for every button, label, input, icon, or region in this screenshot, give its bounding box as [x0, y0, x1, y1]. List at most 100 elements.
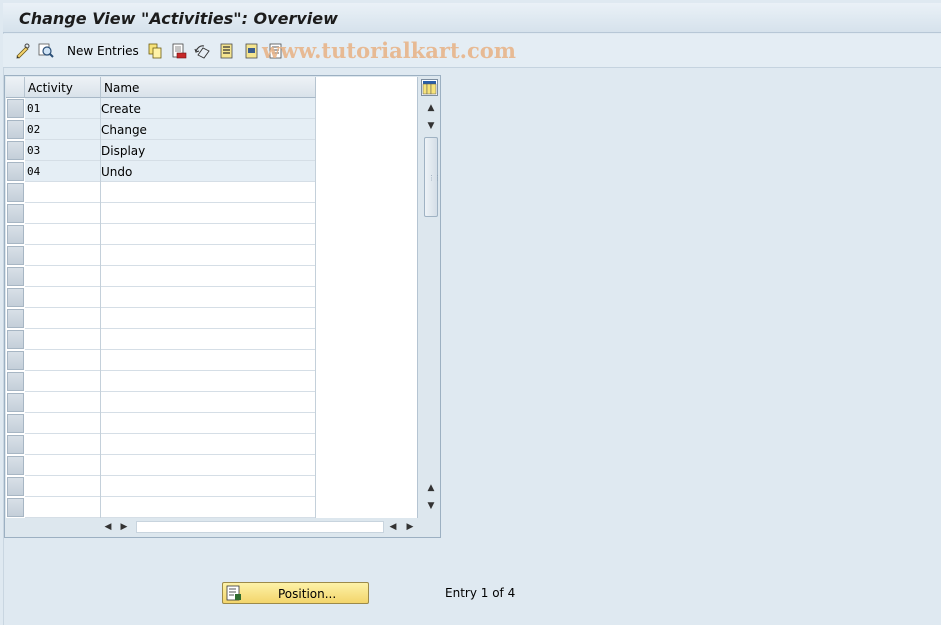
- cell-activity[interactable]: 02: [25, 119, 101, 140]
- position-button[interactable]: Position...: [222, 582, 369, 604]
- deselect-all-icon[interactable]: [267, 42, 285, 60]
- scroll-right-icon[interactable]: ▶: [403, 520, 417, 534]
- details-icon[interactable]: [37, 42, 55, 60]
- position-button-label: Position...: [278, 587, 337, 601]
- table-row: [25, 413, 316, 434]
- row-selector[interactable]: [7, 267, 24, 286]
- cell-activity[interactable]: 03: [25, 140, 101, 161]
- column-header-name[interactable]: Name: [101, 77, 316, 98]
- cell-activity: [25, 350, 101, 371]
- table-row: [25, 308, 316, 329]
- cell-activity: [25, 203, 101, 224]
- display-change-icon[interactable]: [14, 42, 32, 60]
- row-selector[interactable]: [7, 204, 24, 223]
- activities-table: Activity Name 01 Create 02 Change 03 Display 0…: [4, 75, 441, 538]
- row-selector[interactable]: [7, 309, 24, 328]
- cell-name: [101, 434, 316, 455]
- cell-name: [101, 245, 316, 266]
- cell-activity: [25, 245, 101, 266]
- cell-activity[interactable]: 01: [25, 98, 101, 119]
- cell-activity: [25, 455, 101, 476]
- scroll-left-icon[interactable]: ◀: [386, 520, 400, 534]
- row-selector[interactable]: [7, 351, 24, 370]
- cell-name: [101, 308, 316, 329]
- table-row: [25, 455, 316, 476]
- row-selector[interactable]: [7, 99, 24, 118]
- horizontal-scroll-track[interactable]: [136, 521, 384, 533]
- table-row: [25, 434, 316, 455]
- table-grid: Activity Name 01 Create 02 Change 03 Display 0…: [6, 77, 418, 518]
- new-entries-button[interactable]: New Entries: [67, 44, 139, 58]
- cell-activity: [25, 329, 101, 350]
- undo-icon[interactable]: [194, 42, 212, 60]
- row-selector[interactable]: [7, 498, 24, 517]
- cell-activity: [25, 497, 101, 518]
- column-header-activity[interactable]: Activity: [25, 77, 101, 98]
- entry-counter: Entry 1 of 4: [445, 586, 516, 600]
- row-selector[interactable]: [7, 288, 24, 307]
- cell-activity: [25, 308, 101, 329]
- row-selector[interactable]: [7, 225, 24, 244]
- scroll-down-icon[interactable]: ▼: [423, 498, 439, 514]
- select-all-header[interactable]: [6, 77, 25, 98]
- page-down-icon[interactable]: ▲: [423, 480, 439, 496]
- cell-activity: [25, 476, 101, 497]
- cell-activity: [25, 434, 101, 455]
- horizontal-scrollbar[interactable]: ◀ ▶: [5, 520, 442, 534]
- row-selector[interactable]: [7, 330, 24, 349]
- row-selector[interactable]: [7, 120, 24, 139]
- copy-icon[interactable]: [146, 42, 164, 60]
- scroll-thumb[interactable]: ⋮⋮: [424, 137, 441, 217]
- cell-name: [101, 266, 316, 287]
- table-row: [25, 245, 316, 266]
- row-selector[interactable]: [7, 414, 24, 433]
- delete-icon[interactable]: [170, 42, 188, 60]
- table-row[interactable]: 02 Change: [25, 119, 316, 140]
- table-settings-icon[interactable]: [421, 79, 438, 96]
- cell-name: [101, 224, 316, 245]
- table-row: [25, 266, 316, 287]
- table-row: [25, 329, 316, 350]
- cell-activity: [25, 266, 101, 287]
- cell-name: [101, 476, 316, 497]
- table-row: [25, 224, 316, 245]
- cell-name[interactable]: Display: [101, 140, 316, 161]
- table-row: [25, 392, 316, 413]
- cell-name: [101, 371, 316, 392]
- table-row[interactable]: 01 Create: [25, 98, 316, 119]
- cell-activity: [25, 182, 101, 203]
- row-selector[interactable]: [7, 435, 24, 454]
- cell-name[interactable]: Undo: [101, 161, 316, 182]
- cell-activity[interactable]: 04: [25, 161, 101, 182]
- cell-name: [101, 287, 316, 308]
- row-selector[interactable]: [7, 456, 24, 475]
- cell-activity: [25, 392, 101, 413]
- position-icon: [226, 585, 242, 601]
- table-row: [25, 371, 316, 392]
- application-toolbar: New Entries: [3, 34, 941, 68]
- cell-name[interactable]: Create: [101, 98, 316, 119]
- cell-name: [101, 497, 316, 518]
- vertical-scrollbar[interactable]: ▲ ▼ ⋮⋮ ▲ ▼: [423, 100, 441, 514]
- row-selector[interactable]: [7, 372, 24, 391]
- row-selector[interactable]: [7, 246, 24, 265]
- cell-name[interactable]: Change: [101, 119, 316, 140]
- cell-name: [101, 413, 316, 434]
- select-all-icon[interactable]: [218, 42, 236, 60]
- row-selector[interactable]: [7, 477, 24, 496]
- cell-name: [101, 392, 316, 413]
- table-row: [25, 203, 316, 224]
- row-selector[interactable]: [7, 162, 24, 181]
- scroll-up-icon[interactable]: ▲: [423, 100, 439, 116]
- table-row[interactable]: 04 Undo: [25, 161, 316, 182]
- row-selector[interactable]: [7, 183, 24, 202]
- table-row[interactable]: 03 Display: [25, 140, 316, 161]
- cell-name: [101, 350, 316, 371]
- page-title: Change View "Activities": Overview: [19, 9, 338, 28]
- cell-name: [101, 182, 316, 203]
- select-block-icon[interactable]: [243, 42, 261, 60]
- row-selector[interactable]: [7, 393, 24, 412]
- row-selector[interactable]: [7, 141, 24, 160]
- cell-activity: [25, 287, 101, 308]
- page-up-icon[interactable]: ▼: [423, 118, 439, 134]
